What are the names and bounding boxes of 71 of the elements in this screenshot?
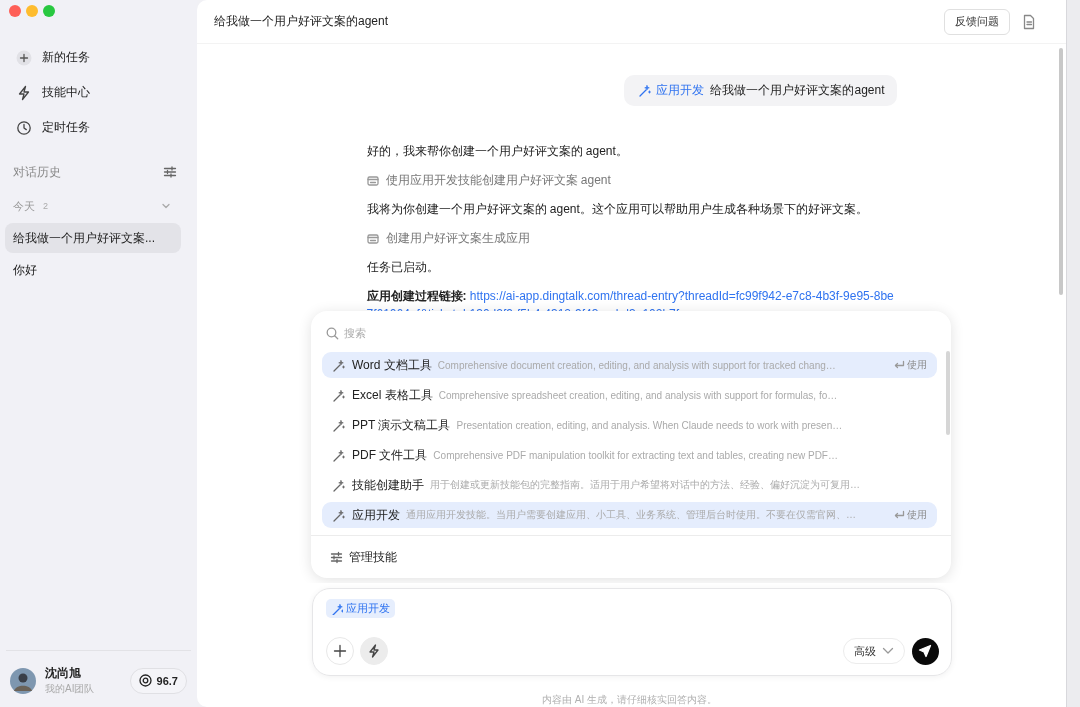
skill-name: Word 文档工具 [352, 356, 432, 374]
reply-text: 任务已启动。 [366, 259, 440, 276]
skill-item[interactable]: 技能创建助手 用于创建或更新技能包的完整指南。适用于用户希望将对话中的方法、经验、偏好沉淀为可复用… [322, 472, 937, 498]
send-icon [918, 644, 932, 658]
nav-item[interactable]: 技能中心 [4, 75, 193, 110]
history-item[interactable]: 给我做一个用户好评文案... [5, 223, 181, 253]
message-text: 给我做一个用户好评文案的agent [710, 82, 885, 99]
sliders-icon [330, 550, 343, 564]
section-title: 对话历史 [13, 163, 61, 181]
wand-icon [330, 602, 343, 615]
skills-button[interactable] [359, 637, 388, 665]
avatar-icon [10, 667, 36, 694]
skill-item[interactable]: PDF 文件工具 Comprehensive PDF manipulation toolkit for extracting text and tables, creating new PDF… [322, 442, 937, 468]
credits-button[interactable]: 96.7 [129, 667, 187, 694]
link-label: 应用创建过程链接: [366, 289, 467, 303]
hint-label: 使用 [907, 508, 927, 522]
wand-icon [332, 508, 345, 522]
target-icon [138, 674, 152, 687]
wand-icon [332, 448, 345, 462]
window-close-button[interactable] [9, 5, 21, 17]
plus-icon [16, 49, 32, 66]
skill-tag: 应用开发 [638, 82, 705, 99]
team-label: 我的AI团队 [45, 682, 96, 696]
skill-item[interactable]: 应用开发 通用应用开发技能。当用户需要创建应用、小工具、业务系统、管理后台时使用。不要在仅需官网、… 使用 [322, 502, 937, 528]
user-name: 沈尚旭 [45, 665, 82, 682]
lightning-icon [16, 84, 32, 101]
skill-name: PPT 演示文稿工具 [352, 416, 451, 434]
skill-description: Comprehensive PDF manipulation toolkit for extracting text and tables, creating new PDF… [433, 449, 838, 461]
wand-icon [332, 418, 345, 432]
manage-skills-item[interactable]: 管理技能 [311, 535, 951, 578]
skill-name: PDF 文件工具 [352, 446, 428, 464]
chevron-icon [881, 647, 894, 655]
nav-item[interactable]: 定时任务 [4, 110, 193, 145]
history-item[interactable]: 你好 [5, 255, 181, 285]
skill-name: 技能创建助手 [352, 476, 424, 494]
skill-tag: 应用开发 [325, 599, 395, 618]
skill-item[interactable]: Excel 表格工具 Comprehensive spreadsheet creation, editing, and analysis with support for formulas, fo… [322, 382, 937, 408]
reply-text: 我将为你创建一个用户好评文案的 agent。这个应用可以帮助用户生成各种场景下的好评文案。 [366, 201, 869, 218]
reply-text: 好的，我来帮你创建一个用户好评文案的 agent。 [366, 143, 629, 160]
disclaimer-text: 内容由 AI 生成，请仔细核实回答内容。 [541, 693, 718, 707]
skill-item[interactable]: Word 文档工具 Comprehensive document creation, editing, and analysis with support for tracked chang… 使用 [322, 352, 937, 378]
hint-label: 使用 [907, 358, 927, 372]
document-icon [1022, 13, 1036, 30]
skill-name: Excel 表格工具 [352, 386, 433, 404]
enter-key-icon [893, 510, 905, 520]
add-button[interactable] [325, 637, 354, 665]
mode-dropdown[interactable]: 高级 [842, 638, 905, 664]
skill-description: Presentation creation, editing, and analysis. When Claude needs to work with presen… [456, 419, 843, 431]
search-icon [326, 326, 339, 340]
plus-icon [332, 644, 347, 658]
send-button[interactable] [911, 637, 939, 665]
count-label: 2 [43, 201, 48, 211]
wand-icon [332, 358, 345, 372]
skill-description: 通用应用开发技能。当用户需要创建应用、小工具、业务系统、管理后台时使用。不要在仅需官网、… [406, 508, 856, 522]
wand-icon [638, 83, 653, 98]
wand-icon [332, 388, 345, 402]
skill-description: Comprehensive spreadsheet creation, editing, and analysis with support for formulas, fo… [438, 389, 838, 401]
nav-item[interactable]: 新的任务 [4, 40, 193, 75]
filter-icon [163, 165, 177, 179]
skill-item[interactable]: PPT 演示文稿工具 Presentation creation, editing, and analysis. When Claude needs to work with presen… [322, 412, 937, 438]
skill-name: 应用开发 [352, 506, 400, 524]
feedback-button[interactable]: 反馈问题 [944, 8, 1010, 35]
enter-key-icon [893, 360, 905, 370]
message-input[interactable]: 应用开发 高级 [311, 588, 952, 676]
skill-description: 用于创建或更新技能包的完整指南。适用于用户希望将对话中的方法、经验、偏好沉淀为可复用… [430, 478, 860, 492]
step-text: 使用应用开发技能创建用户好评文案 agent [385, 172, 611, 189]
step-text: 创建用户好评文案生成应用 [385, 230, 530, 247]
wand-icon [332, 478, 345, 492]
clock-icon [16, 119, 32, 136]
skill-description: Comprehensive document creation, editing, and analysis with support for tracked chang… [437, 359, 836, 371]
conversation-title: 给我做一个用户好评文案的agent [214, 13, 390, 30]
